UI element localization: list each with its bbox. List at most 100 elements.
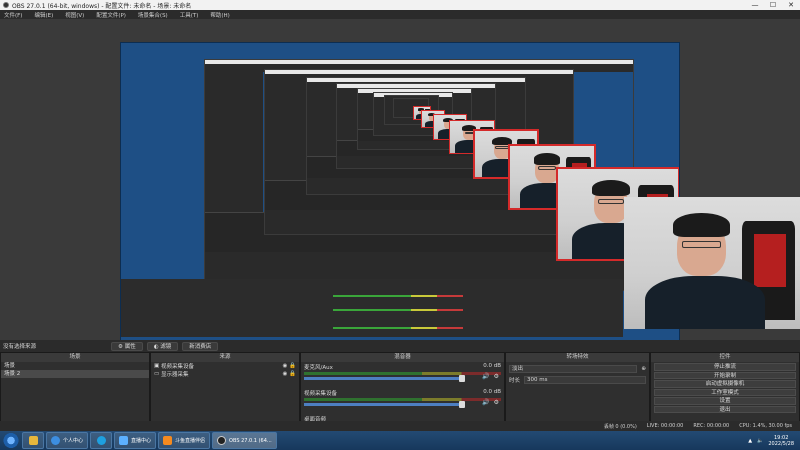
folder-icon: [28, 436, 38, 445]
scenes-title: 场景: [1, 353, 149, 362]
scene-item-1[interactable]: 场景: [1, 362, 149, 370]
transition-select-row: 淡出 ⊕: [506, 364, 649, 373]
preview-area[interactable]: [0, 19, 800, 357]
settings-button[interactable]: 设置: [654, 397, 796, 405]
controls-title: 控件: [651, 353, 799, 362]
maximize-button[interactable]: ☐: [764, 0, 782, 10]
taskbar-obs[interactable]: OBS 27.0.1 (64...: [212, 432, 277, 449]
mixer-title: 混音器: [301, 353, 504, 362]
no-source-label: 没有选择来源: [3, 344, 37, 350]
taskbar-douyu[interactable]: 斗鱼直播伴侣: [158, 432, 211, 449]
obs-icon: [217, 436, 227, 445]
taskbar-label: 个人中心: [63, 438, 84, 444]
window-titlebar: OBS 27.0.1 (64-bit, windows) - 配置文件: 未命名…: [0, 0, 800, 10]
scenes-dock: 场景 场景 场景 2 + − ∧ ∨: [0, 352, 150, 432]
preview-canvas[interactable]: [120, 42, 680, 357]
status-bar: 丢帧 0 (0.0%) LIVE: 00:00:00 REC: 00:00:00…: [0, 421, 800, 431]
duration-label: 时长: [509, 377, 521, 384]
docks-area: 场景 场景 场景 2 + − ∧ ∨ 来源 ▣ 视频采集设备 ◉ 🔒 ▭ 显示器…: [0, 352, 800, 432]
gear-icon[interactable]: ⚙: [494, 399, 499, 406]
camera-icon: ▣: [154, 363, 161, 369]
source-toolbar: 没有选择来源 ⚙ 属性 ◐ 滤镜 新消费店: [0, 340, 800, 352]
menu-view[interactable]: 视图(V): [65, 11, 84, 19]
clock[interactable]: 19:02 2022/5/28: [768, 435, 794, 447]
stop-streaming-button[interactable]: 停止推流: [654, 363, 796, 371]
mixer-dock: 混音器 麦克风/Aux 0.0 dB 🔊 ⚙ 视频采集设备 0.0 dB 🔊 ⚙ 桌面音…: [300, 352, 505, 432]
visibility-eye-icon[interactable]: ◉ 🔒: [283, 363, 296, 369]
controls-dock: 控件 停止推流 开始录制 启动虚拟摄像机 工作室模式 设置 退出: [650, 352, 800, 432]
taskbar-label: 直播中心: [131, 438, 152, 444]
slider-knob[interactable]: [458, 375, 465, 382]
mixer-track-1: 麦克风/Aux 0.0 dB 🔊 ⚙: [301, 362, 504, 388]
ie-icon: [51, 436, 60, 445]
volume-meter: [304, 372, 501, 375]
menu-help[interactable]: 帮助(H): [210, 11, 229, 19]
duration-row: 时长 300 ms: [506, 375, 649, 384]
volume-icon[interactable]: 🔈: [757, 438, 763, 444]
transition-add-icon[interactable]: ⊕: [641, 366, 646, 372]
properties-button[interactable]: ⚙ 属性: [111, 341, 143, 351]
nested-docks: [121, 279, 623, 337]
volume-meter: [304, 398, 501, 401]
menu-bar: 文件(F) 编辑(E) 视图(V) 配置文件(P) 场景集合(S) 工具(T) …: [0, 10, 800, 19]
menu-tools[interactable]: 工具(T): [180, 11, 199, 19]
live-icon: [119, 436, 129, 445]
network-icon[interactable]: ▲: [748, 438, 752, 444]
transition-select[interactable]: 淡出: [509, 364, 638, 373]
properties-label: 属性: [124, 343, 136, 350]
monitor-icon: ▭: [154, 371, 161, 377]
track-db: 0.0 dB: [483, 389, 501, 395]
douyu-icon: [163, 436, 173, 445]
menu-scene-collection[interactable]: 场景集合(S): [138, 11, 168, 19]
taskbar-edge[interactable]: [90, 432, 113, 449]
speaker-icon[interactable]: 🔊: [482, 399, 489, 406]
duration-input[interactable]: 300 ms: [524, 375, 646, 384]
menu-profile[interactable]: 配置文件(P): [96, 11, 126, 19]
dropped-frames: 丢帧 0 (0.0%): [603, 423, 637, 430]
source-label-camera: 视频采集设备: [160, 364, 194, 370]
filters-label: 滤镜: [160, 343, 172, 350]
noise-button[interactable]: 新消费店: [182, 341, 219, 351]
obs-logo-icon: [3, 2, 9, 8]
source-item-camera[interactable]: ▣ 视频采集设备 ◉ 🔒: [151, 362, 299, 370]
live-time: LIVE: 00:00:00: [646, 423, 684, 429]
filters-button[interactable]: ◐ 滤镜: [146, 341, 179, 351]
clock-date: 2022/5/28: [768, 440, 794, 447]
volume-slider[interactable]: [304, 401, 465, 408]
edge-icon: [96, 436, 106, 445]
transitions-title: 转场特效: [506, 353, 649, 362]
studio-mode-button[interactable]: 工作室模式: [654, 388, 796, 396]
exit-button[interactable]: 退出: [654, 405, 796, 413]
taskbar-ie[interactable]: 个人中心: [46, 432, 89, 449]
track-db: 0.0 dB: [483, 363, 501, 369]
slider-knob[interactable]: [458, 401, 465, 408]
start-recording-button[interactable]: 开始录制: [654, 371, 796, 379]
close-button[interactable]: ✕: [782, 0, 800, 10]
mixer-track-2: 视频采集设备 0.0 dB 🔊 ⚙: [301, 388, 504, 414]
menu-file[interactable]: 文件(F): [4, 11, 22, 19]
taskbar-live[interactable]: 直播中心: [114, 432, 157, 449]
sources-title: 来源: [151, 353, 299, 362]
sources-dock: 来源 ▣ 视频采集设备 ◉ 🔒 ▭ 显示器采集 ◉ 🔒 + − ⚙ ∧ ∨: [150, 352, 300, 432]
source-label-monitor: 显示器采集: [160, 372, 189, 378]
minimize-button[interactable]: —: [746, 0, 764, 10]
menu-edit[interactable]: 编辑(E): [34, 11, 53, 19]
window-title: OBS 27.0.1 (64-bit, windows) - 配置文件: 未命名…: [12, 2, 192, 10]
scene-item-2[interactable]: 场景 2: [1, 370, 149, 378]
track-name: 麦克风/Aux: [304, 365, 333, 371]
track-name: 视频采集设备: [304, 391, 338, 397]
window-controls: — ☐ ✕: [746, 0, 800, 10]
volume-slider[interactable]: [304, 375, 465, 382]
visibility-eye-icon[interactable]: ◉ 🔒: [283, 371, 296, 377]
cpu-fps: CPU: 1.4%, 30.00 fps: [739, 423, 792, 429]
webcam-source[interactable]: [624, 197, 800, 329]
virtual-camera-button[interactable]: 启动虚拟摄像机: [654, 380, 796, 388]
gear-icon[interactable]: ⚙: [494, 373, 499, 380]
taskbar-explorer[interactable]: [22, 432, 44, 449]
speaker-icon[interactable]: 🔊: [482, 373, 489, 380]
transitions-dock: 转场特效 淡出 ⊕ 时长 300 ms: [505, 352, 650, 432]
rec-time: REC: 00:00:00: [693, 423, 730, 429]
source-item-monitor[interactable]: ▭ 显示器采集 ◉ 🔒: [151, 370, 299, 378]
taskbar-label: OBS 27.0.1 (64...: [229, 437, 272, 444]
start-button[interactable]: [2, 432, 20, 449]
